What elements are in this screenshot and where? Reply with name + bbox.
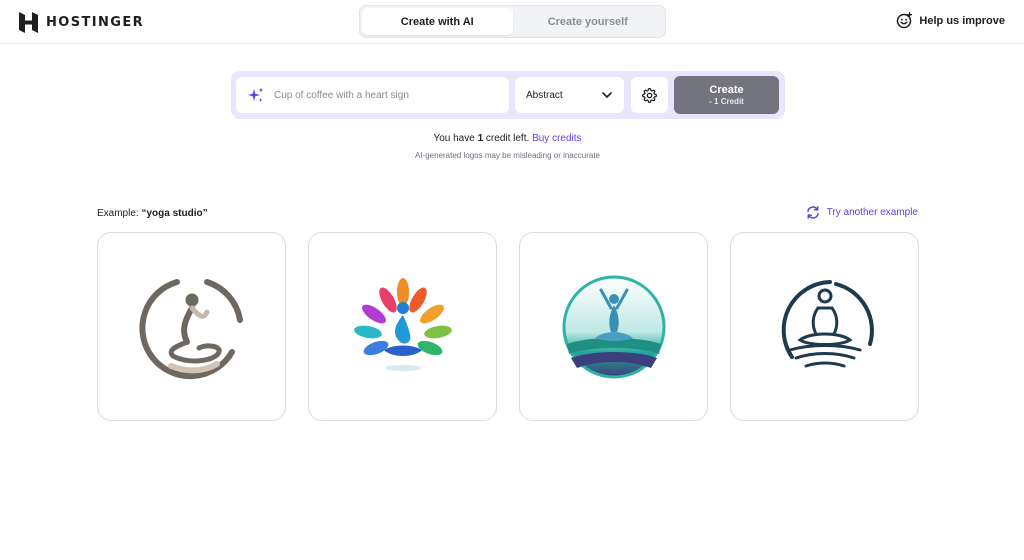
credits-line: You have 1 credit left. Buy credits [0, 133, 1015, 144]
settings-button[interactable] [631, 77, 668, 113]
create-label: Create [709, 84, 744, 97]
yoga-logo-image-1 [138, 278, 243, 379]
style-dropdown[interactable]: Abstract [515, 77, 624, 113]
tab-create-yourself[interactable]: Create yourself [513, 8, 664, 35]
smiley-feedback-icon [897, 12, 913, 29]
example-logo-card-4[interactable] [730, 232, 919, 421]
example-logo-card-1[interactable] [97, 232, 286, 421]
try-another-example-button[interactable]: Try another example [806, 206, 918, 219]
example-prefix: Example: [97, 208, 139, 219]
refresh-icon [806, 206, 819, 219]
brand-logo[interactable]: HOSTINGER [19, 12, 144, 33]
example-logo-card-2[interactable] [308, 232, 497, 421]
credits-count: 1 [477, 133, 484, 144]
ai-disclaimer: AI-generated logos may be misleading or … [415, 151, 600, 160]
buy-credits-link[interactable]: Buy credits [532, 133, 581, 144]
help-us-improve-button[interactable]: Help us improve [896, 12, 1005, 29]
gear-icon [642, 87, 657, 103]
sparkle-icon [248, 87, 264, 103]
create-button[interactable]: Create - 1 Credit [674, 76, 779, 114]
mode-switch: Create with AI Create yourself [359, 5, 666, 38]
brand-name: HOSTINGER [46, 15, 145, 30]
create-cost: - 1 Credit [709, 96, 744, 106]
example-label: Example: “yoga studio” [97, 208, 208, 219]
example-query: “yoga studio” [141, 208, 208, 219]
yoga-logo-image-2 [353, 277, 452, 371]
yoga-logo-image-4 [781, 279, 874, 367]
yoga-logo-image-3 [562, 275, 665, 378]
try-another-label: Try another example [826, 207, 918, 218]
prompt-input[interactable] [274, 89, 494, 101]
chevron-down-icon [602, 92, 612, 98]
top-header: HOSTINGER Create with AI Create yourself… [0, 0, 1024, 44]
credits-suffix: credit left. [485, 133, 530, 144]
style-selected-value: Abstract [526, 89, 563, 101]
hostinger-logo-icon [19, 12, 38, 33]
credits-prefix: You have [433, 133, 475, 144]
example-logo-card-3[interactable] [519, 232, 708, 421]
tab-create-with-ai[interactable]: Create with AI [362, 8, 513, 35]
prompt-input-wrapper[interactable] [236, 77, 509, 113]
help-label: Help us improve [919, 14, 1005, 27]
